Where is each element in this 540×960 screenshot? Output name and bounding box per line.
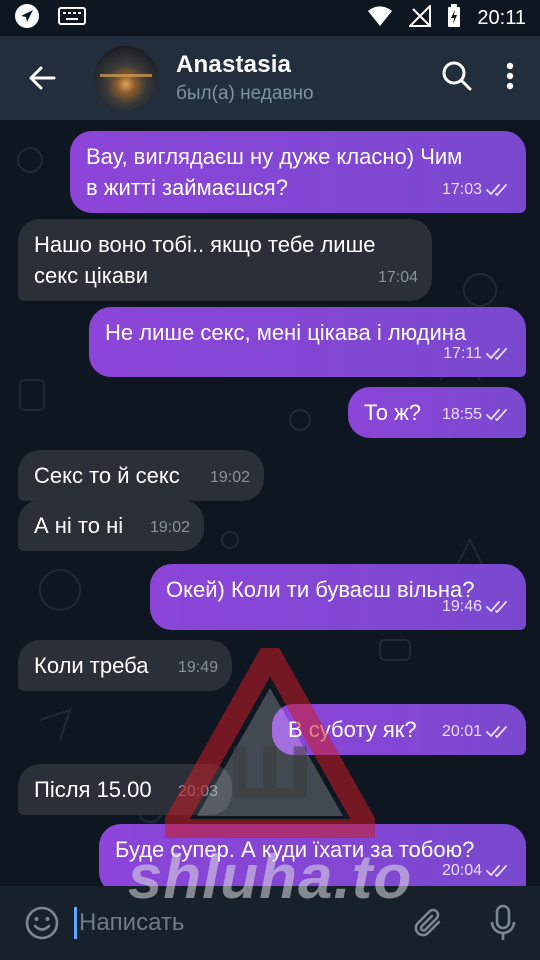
message-meta: 18:55 bbox=[442, 399, 512, 430]
message-time: 17:03 bbox=[441, 181, 482, 198]
message-bubble-incoming[interactable]: Нашо воно тобі.. якщо тебе лише секс ціка… bbox=[18, 219, 432, 301]
message-time: 19:46 bbox=[441, 598, 482, 615]
message-bubble-outgoing[interactable]: То ж? 18:55 bbox=[348, 387, 526, 438]
chat-title-block[interactable]: Anastasia был(а) недавно bbox=[176, 51, 314, 105]
back-button[interactable] bbox=[22, 58, 62, 98]
voice-record-button[interactable] bbox=[488, 903, 518, 943]
message-input[interactable]: Написать bbox=[74, 907, 412, 939]
message-text: То ж? bbox=[364, 400, 422, 425]
avatar[interactable] bbox=[94, 46, 158, 110]
message-time: 20:04 bbox=[441, 862, 482, 879]
double-check-icon bbox=[486, 408, 507, 421]
signal-off-icon bbox=[408, 3, 432, 32]
message-bubble-outgoing[interactable]: Окей) Коли ти буваєш вільна? 19:46 bbox=[150, 564, 526, 630]
message-meta: 17:03 bbox=[442, 174, 512, 205]
message-meta: 20:04 bbox=[442, 855, 512, 886]
message-text: секс цікави bbox=[34, 263, 149, 288]
message-bubble-incoming[interactable]: Коли треба 19:49 bbox=[18, 640, 232, 691]
more-vertical-icon bbox=[506, 62, 514, 89]
message-input-bar: Написать bbox=[0, 886, 540, 960]
attach-button[interactable] bbox=[412, 905, 448, 941]
message-time: 17:11 bbox=[443, 345, 482, 362]
arrow-left-icon bbox=[29, 66, 56, 90]
message-text: Нашо воно тобі.. якщо тебе лише bbox=[34, 232, 376, 257]
microphone-icon bbox=[490, 904, 516, 940]
message-text: В суботу як? bbox=[288, 717, 417, 742]
message-time: 19:02 bbox=[149, 519, 190, 536]
message-text: Вау, виглядаєш ну дуже класно) Чим bbox=[86, 144, 463, 169]
wifi-icon bbox=[367, 5, 393, 32]
message-time: 18:55 bbox=[441, 406, 482, 423]
message-time: 20:01 bbox=[441, 723, 482, 740]
message-meta: 19:46 bbox=[442, 591, 512, 622]
message-meta: 19:02 bbox=[210, 462, 250, 493]
message-bubble-outgoing[interactable]: В суботу як? 20:01 bbox=[272, 704, 526, 755]
message-input-placeholder: Написать bbox=[79, 909, 185, 936]
double-check-icon bbox=[486, 864, 507, 877]
double-check-icon bbox=[486, 347, 507, 360]
message-text: Буде супер. А куди їхати за тобою? bbox=[115, 837, 475, 862]
message-text: А ні то ні bbox=[34, 513, 124, 538]
message-time: 20:03 bbox=[177, 783, 218, 800]
message-text: Не лише секс, мені цікава і людина bbox=[105, 320, 467, 345]
navigation-icon bbox=[14, 3, 40, 34]
clock: 20:11 bbox=[477, 6, 526, 29]
message-text: Коли треба bbox=[34, 653, 149, 678]
message-bubble-outgoing[interactable]: Не лише секс, мені цікава і людина 17:11 bbox=[89, 307, 526, 377]
chat-title: Anastasia bbox=[176, 51, 292, 78]
message-bubble-incoming[interactable]: Секс то й секс 19:02 bbox=[18, 450, 264, 501]
message-text: Окей) Коли ти буваєш вільна? bbox=[166, 577, 475, 602]
status-bar: 20:11 bbox=[0, 0, 540, 36]
message-bubble-outgoing[interactable]: Вау, виглядаєш ну дуже класно) Чим в житт… bbox=[70, 131, 526, 213]
double-check-icon bbox=[486, 600, 507, 613]
search-icon bbox=[442, 61, 472, 90]
message-meta: 19:49 bbox=[178, 652, 218, 683]
double-check-icon bbox=[486, 183, 507, 196]
message-text: Секс то й секс bbox=[34, 463, 180, 488]
message-time: 17:04 bbox=[377, 269, 418, 286]
smile-icon bbox=[25, 906, 59, 940]
battery-charging-icon bbox=[447, 3, 461, 33]
text-cursor bbox=[74, 907, 77, 939]
message-time: 19:02 bbox=[209, 469, 250, 486]
message-bubble-incoming[interactable]: А ні то ні 19:02 bbox=[18, 500, 204, 551]
double-check-icon bbox=[486, 725, 507, 738]
message-text: Після 15.00 bbox=[34, 777, 152, 802]
search-button[interactable] bbox=[442, 61, 472, 96]
message-bubble-incoming[interactable]: Після 15.00 20:03 bbox=[18, 764, 232, 815]
keyboard-icon bbox=[58, 6, 86, 31]
message-meta: 20:03 bbox=[178, 776, 218, 807]
message-meta: 17:11 bbox=[443, 338, 512, 369]
message-meta: 19:02 bbox=[150, 512, 190, 543]
message-bubble-outgoing[interactable]: Буде супер. А куди їхати за тобою? 20:04 bbox=[99, 824, 526, 886]
paperclip-icon bbox=[414, 908, 441, 937]
emoji-button[interactable] bbox=[24, 905, 60, 941]
message-time: 19:49 bbox=[177, 659, 218, 676]
chat-header: Anastasia был(а) недавно bbox=[0, 36, 540, 120]
more-menu-button[interactable] bbox=[506, 62, 514, 95]
chat-last-seen: был(а) недавно bbox=[176, 83, 314, 104]
message-list[interactable]: Вау, виглядаєш ну дуже класно) Чим в житт… bbox=[0, 120, 540, 886]
message-meta: 20:01 bbox=[442, 716, 512, 747]
message-meta: 17:04 bbox=[378, 262, 418, 293]
